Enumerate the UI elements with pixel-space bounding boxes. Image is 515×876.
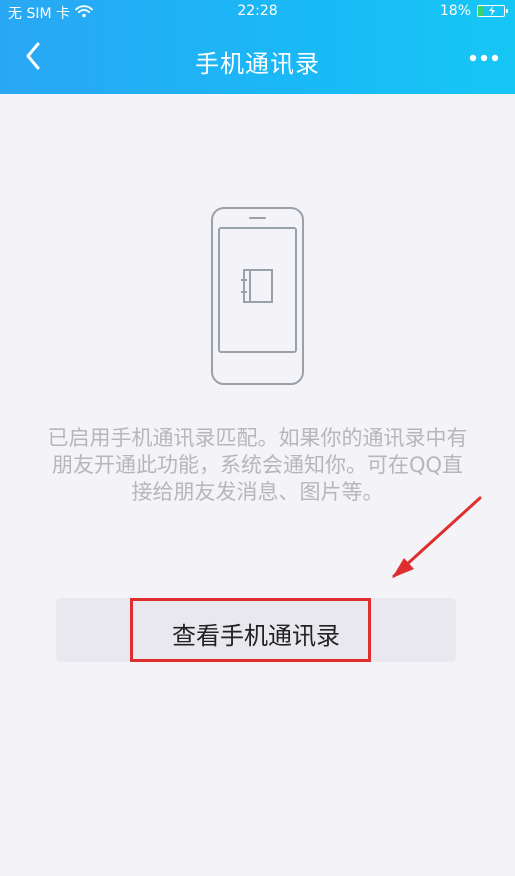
more-horizontal-icon (469, 54, 499, 62)
more-button[interactable] (465, 44, 503, 72)
battery-fill (478, 6, 483, 16)
status-time: 22:28 (237, 3, 278, 19)
page-content: 已启用手机通讯录匹配。如果你的通讯录中有朋友开通此功能，系统会通知你。可在QQ直… (0, 94, 515, 876)
red-arrow-icon (392, 496, 482, 578)
status-right: 18% (439, 3, 508, 19)
phone-contacts-illustration (210, 206, 305, 386)
page-title: 手机通讯录 (195, 50, 320, 78)
nav-bar: 手机通讯录 (0, 22, 515, 94)
header: 无 SIM 卡 22:28 18% 手机通讯录 (0, 0, 515, 94)
battery-percent: 18% (439, 3, 471, 19)
red-highlight-box (130, 598, 371, 662)
battery-icon (477, 5, 508, 17)
status-bar: 无 SIM 卡 22:28 18% (0, 0, 515, 22)
